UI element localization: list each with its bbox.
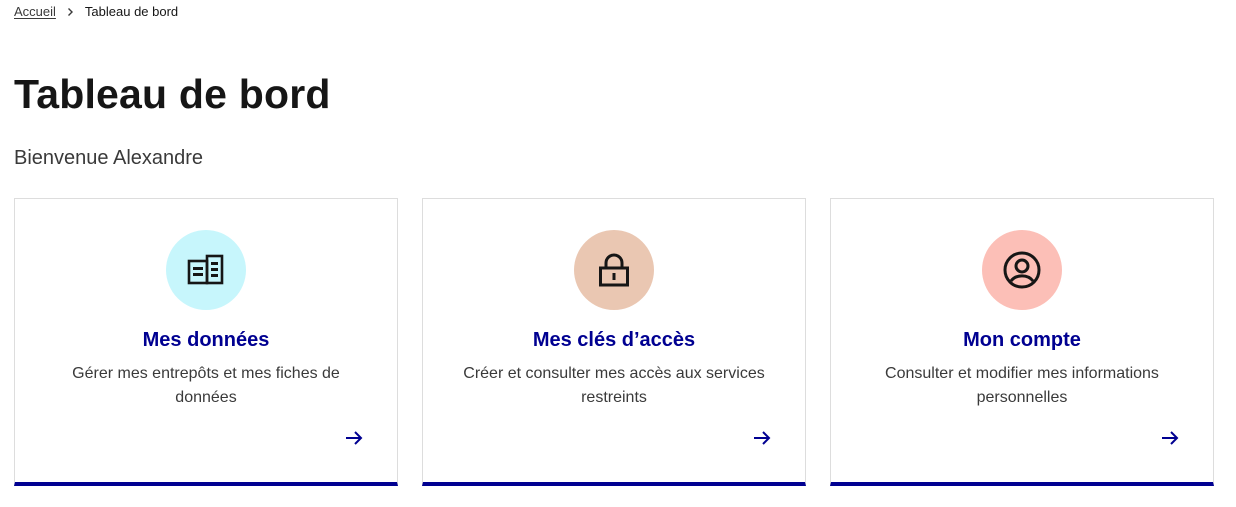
breadcrumb: Accueil Tableau de bord	[14, 3, 178, 21]
card-grid: Mes données Gérer mes entrepôts et mes f…	[14, 198, 1214, 486]
card-mon-compte[interactable]: Mon compte Consulter et modifier mes inf…	[830, 198, 1214, 486]
dashboard-page: Accueil Tableau de bord Tableau de bord …	[0, 0, 1236, 507]
card-title: Mes données	[142, 329, 270, 351]
building-icon	[187, 254, 224, 285]
card-description: Créer et consulter mes accès aux service…	[463, 365, 765, 406]
arrow-right-icon[interactable]	[752, 428, 772, 448]
card-mes-donnees[interactable]: Mes données Gérer mes entrepôts et mes f…	[14, 198, 398, 486]
breadcrumb-home-link[interactable]: Accueil	[14, 3, 56, 21]
card-mes-cles-acces[interactable]: Mes clés d’accès Créer et consulter mes …	[422, 198, 806, 486]
card-icon-badge	[166, 230, 246, 310]
card-description: Gérer mes entrepôts et mes fiches de don…	[72, 365, 340, 406]
welcome-message: Bienvenue Alexandre	[14, 147, 204, 169]
user-circle-icon	[1003, 251, 1041, 289]
card-title: Mon compte	[963, 329, 1081, 351]
card-description: Consulter et modifier mes informations p…	[885, 365, 1159, 406]
arrow-right-icon[interactable]	[344, 428, 364, 448]
card-title: Mes clés d’accès	[532, 329, 696, 351]
breadcrumb-current: Tableau de bord	[84, 4, 179, 19]
chevron-right-icon	[67, 8, 73, 16]
arrow-right-icon[interactable]	[1160, 428, 1180, 448]
lock-icon	[599, 253, 629, 287]
card-icon-badge	[982, 230, 1062, 310]
page-title: Tableau de bord	[14, 71, 331, 117]
card-icon-badge	[574, 230, 654, 310]
